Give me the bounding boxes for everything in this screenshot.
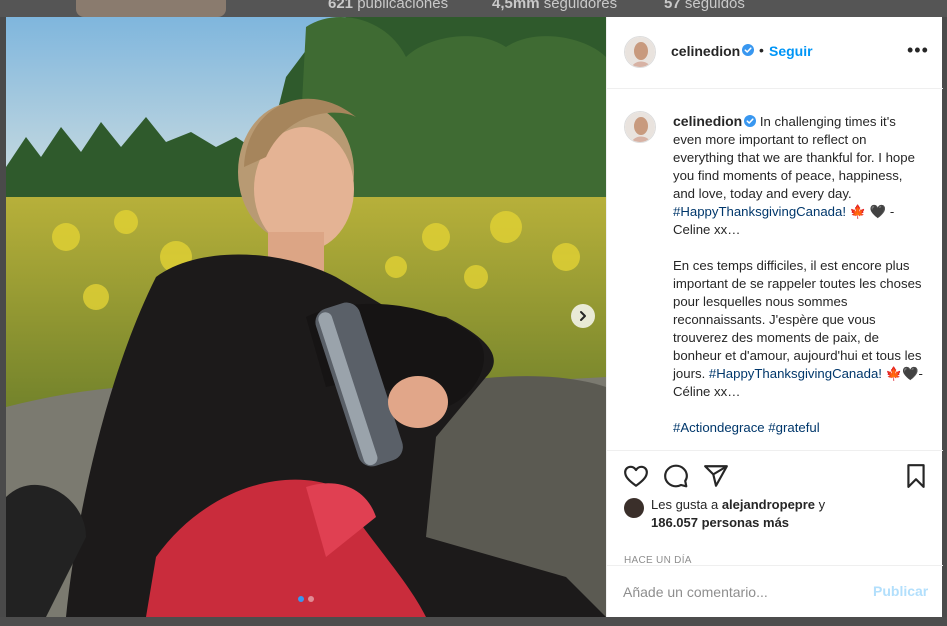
background-bottom [0,617,947,626]
stat-posts: 621 publicaciones [328,0,449,12]
post-side-panel: celinedion • Seguir ••• celinedion In ch… [606,17,943,617]
more-options-icon[interactable]: ••• [907,40,929,61]
post-header: celinedion • Seguir ••• [607,17,943,89]
avatar-image [625,112,655,142]
comment-input[interactable] [623,580,863,604]
next-photo-button[interactable] [571,304,595,328]
background-profile-strip: 621 publicaciones 4,5mm seguidores 57 se… [0,0,947,17]
liker-username[interactable]: alejandropepre [722,497,815,512]
background-profile-photo [76,0,226,17]
caption-avatar[interactable] [624,111,656,143]
hashtag-link[interactable]: #HappyThanksgivingCanada! [673,204,846,219]
header-bullet: • [759,42,764,58]
caption-french: En ces temps difficiles, il est encore p… [673,257,923,401]
post-photo[interactable] [6,17,606,617]
heart-icon[interactable] [623,463,649,489]
carousel-dot-2 [308,596,314,602]
caption-fr-body: En ces temps difficiles, il est encore p… [673,258,922,381]
stat-following: 57 seguidos [664,0,745,12]
likes-count[interactable]: 186.057 personas más [651,515,789,530]
stat-followers: 4,5mm seguidores [492,0,618,12]
carousel-indicator [298,596,314,602]
likes-prefix: Les gusta a [651,497,722,512]
author-avatar[interactable] [624,36,656,68]
comment-icon[interactable] [663,463,689,489]
hashtag-link[interactable]: #HappyThanksgivingCanada! [709,366,882,381]
share-icon[interactable] [703,463,729,489]
caption-username[interactable]: celinedion [673,113,742,129]
author-username[interactable]: celinedion [671,43,740,59]
verified-badge-icon [744,115,757,127]
caption-text: celinedion In challenging times it's eve… [673,112,923,450]
caption-section: celinedion In challenging times it's eve… [607,90,943,450]
likes-conjunction: y [815,497,826,512]
follow-button[interactable]: Seguir [769,43,813,59]
caption-tags: #Actiondegrace #grateful [673,419,923,437]
publish-button[interactable]: Publicar [873,583,928,599]
caption-english: celinedion In challenging times it's eve… [673,112,923,239]
verified-badge-icon [742,44,754,56]
likes-text: Les gusta a alejandropepre y 186.057 per… [651,496,851,532]
avatar-image [625,37,655,67]
photo-illustration [6,17,606,617]
hashtag-link[interactable]: #Actiondegrace #grateful [673,420,820,435]
liker-avatar[interactable] [624,498,644,518]
chevron-right-icon [580,311,586,321]
comment-bar: Publicar [607,565,943,617]
carousel-dot-1 [298,596,304,602]
bookmark-icon[interactable] [903,463,929,489]
